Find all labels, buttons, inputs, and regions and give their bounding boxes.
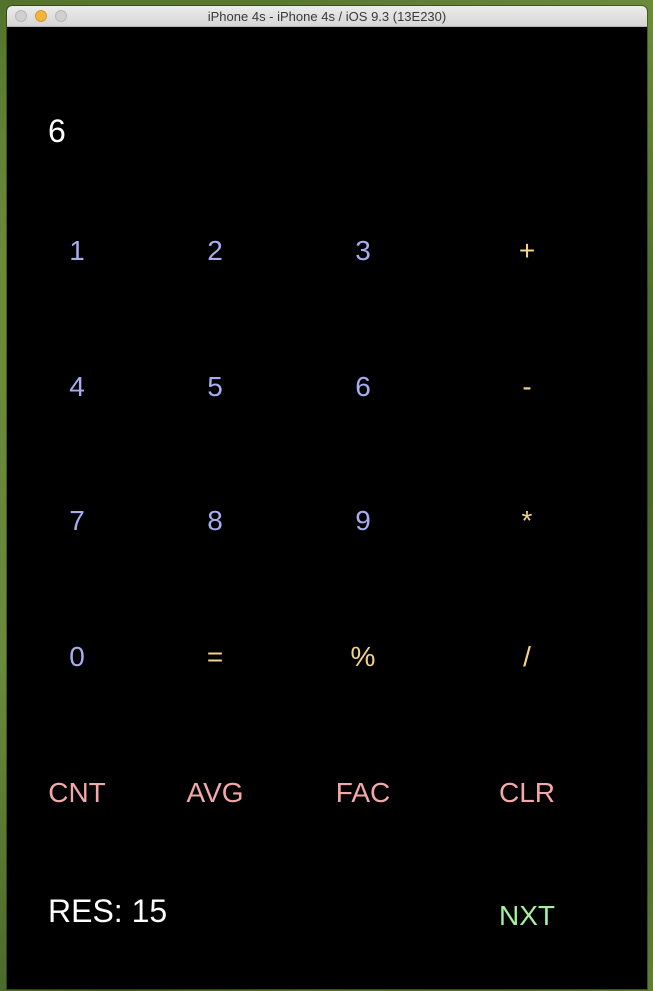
average-button[interactable]: AVG — [160, 763, 270, 823]
key-6-button[interactable]: 6 — [308, 357, 418, 417]
key-5-button[interactable]: 5 — [160, 357, 270, 417]
factorial-button[interactable]: FAC — [308, 763, 418, 823]
key-plus-button[interactable]: + — [472, 221, 582, 281]
clear-button[interactable]: CLR — [472, 763, 582, 823]
window-title: iPhone 4s - iPhone 4s / iOS 9.3 (13E230) — [207, 9, 447, 24]
count-button[interactable]: CNT — [22, 763, 132, 823]
calculator-screen: 6 1 2 3 + 4 5 6 - 7 8 9 * 0 = % / CNT AV… — [7, 27, 647, 989]
key-percent-button[interactable]: % — [308, 627, 418, 687]
key-minus-button[interactable]: - — [472, 357, 582, 417]
key-7-button[interactable]: 7 — [22, 491, 132, 551]
key-3-button[interactable]: 3 — [308, 221, 418, 281]
next-button[interactable]: NXT — [472, 886, 582, 946]
key-divide-button[interactable]: / — [472, 627, 582, 687]
key-multiply-button[interactable]: * — [472, 491, 582, 551]
key-1-button[interactable]: 1 — [22, 221, 132, 281]
key-9-button[interactable]: 9 — [308, 491, 418, 551]
key-equals-button[interactable]: = — [160, 627, 270, 687]
display-value: 6 — [48, 113, 66, 149]
result-label: RES: 15 — [48, 893, 168, 929]
key-0-button[interactable]: 0 — [22, 627, 132, 687]
key-8-button[interactable]: 8 — [160, 491, 270, 551]
key-2-button[interactable]: 2 — [160, 221, 270, 281]
simulator-window: iPhone 4s - iPhone 4s / iOS 9.3 (13E230)… — [7, 6, 647, 989]
title-bar: iPhone 4s - iPhone 4s / iOS 9.3 (13E230) — [7, 6, 647, 27]
key-4-button[interactable]: 4 — [22, 357, 132, 417]
